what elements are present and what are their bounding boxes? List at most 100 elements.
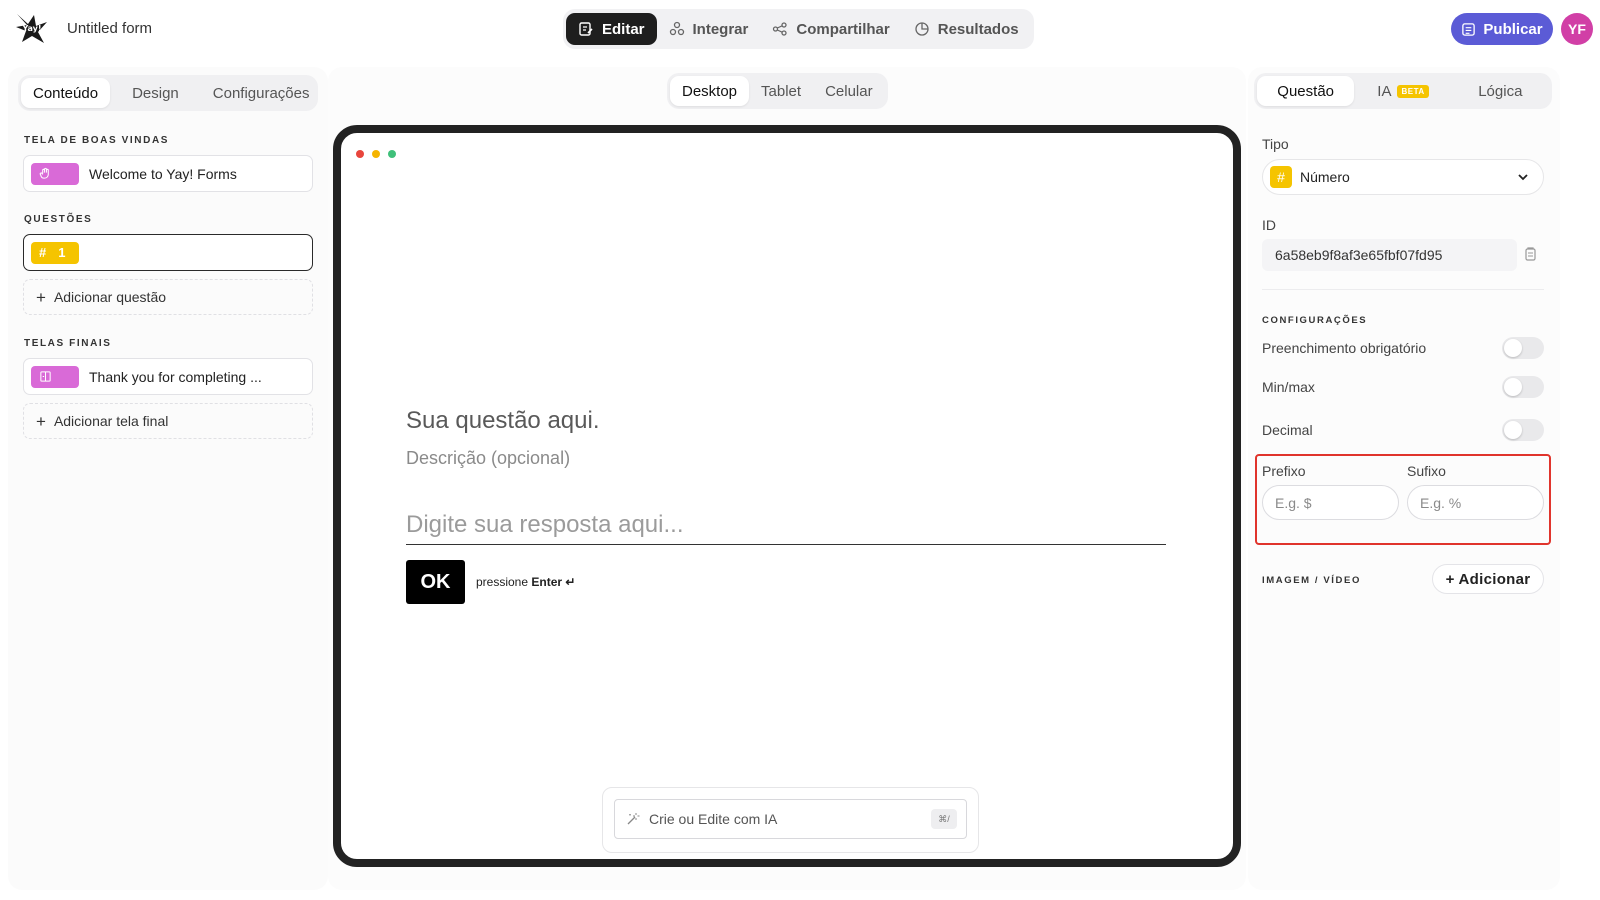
beta-badge: BETA [1397, 84, 1429, 98]
nav-editar[interactable]: Editar [566, 13, 657, 45]
question-description[interactable]: Descrição (opcional) [406, 448, 570, 469]
tab-design[interactable]: Design [120, 78, 191, 108]
desktop-preview-frame: Sua questão aqui. Descrição (opcional) O… [333, 125, 1241, 867]
ending-badge [31, 365, 79, 388]
tab-ia-label: IA [1377, 82, 1392, 100]
id-label: ID [1262, 217, 1276, 233]
question-number: 1 [58, 245, 66, 260]
publish-icon [1462, 22, 1476, 36]
add-media-button[interactable]: + Adicionar [1432, 564, 1544, 594]
decimal-setting: Decimal [1262, 418, 1544, 442]
form-title[interactable]: Untitled form [67, 20, 152, 37]
exit-door-icon [40, 371, 51, 382]
device-tabs: Desktop Tablet Celular [667, 73, 888, 109]
add-ending-label: Adicionar tela final [53, 413, 169, 429]
enter-hint-key: Enter ↵ [531, 575, 576, 589]
ai-prompt-placeholder: Crie ou Edite com IA [649, 811, 778, 827]
welcome-section-label: TELA DE BOAS VINDAS [24, 135, 170, 146]
question-type-value: Número [1300, 169, 1350, 185]
ai-prompt-input[interactable]: Crie ou Edite com IA ⌘/ [614, 799, 967, 839]
divider [1262, 289, 1544, 290]
suffix-input[interactable] [1407, 485, 1544, 520]
tab-configuracoes[interactable]: Configurações [201, 78, 322, 108]
logo-text: Yay! [21, 24, 41, 33]
results-icon [915, 22, 929, 36]
plus-icon: + [36, 287, 46, 307]
magic-wand-icon [627, 813, 640, 825]
nav-resultados-label: Resultados [937, 20, 1019, 38]
yellow-dot-icon [372, 150, 380, 158]
publish-button[interactable]: Publicar [1451, 13, 1553, 45]
prefix-input[interactable] [1262, 485, 1399, 520]
publish-label: Publicar [1483, 20, 1543, 38]
welcome-item-label: Welcome to Yay! Forms [89, 165, 237, 182]
ai-prompt-container: Crie ou Edite com IA ⌘/ [602, 787, 979, 853]
endings-section-label: TELAS FINAIS [24, 338, 112, 349]
left-tabs: Conteúdo Design Configurações [18, 75, 318, 111]
question-item[interactable]: # 1 [23, 234, 313, 271]
nav-resultados[interactable]: Resultados [902, 13, 1031, 45]
nav-integrar[interactable]: Integrar [657, 13, 761, 45]
tab-logica[interactable]: Lógica [1452, 76, 1549, 106]
enter-hint: pressione Enter ↵ [476, 575, 575, 589]
tab-ia[interactable]: IA BETA [1354, 76, 1451, 106]
question-title[interactable]: Sua questão aqui. [406, 407, 600, 435]
decimal-toggle[interactable] [1502, 419, 1544, 441]
copy-icon[interactable] [1522, 246, 1538, 262]
main-nav: Editar Integrar Compartilhar Resultados [563, 9, 1034, 49]
content-sidebar: Conteúdo Design Configurações TELA DE BO… [8, 67, 328, 890]
nav-compartilhar[interactable]: Compartilhar [760, 13, 901, 45]
share-icon [773, 22, 788, 36]
user-avatar[interactable]: YF [1561, 13, 1593, 45]
required-label: Preenchimento obrigatório [1262, 340, 1427, 356]
integrate-icon [669, 21, 684, 36]
tab-questao[interactable]: Questão [1257, 76, 1355, 106]
minmax-toggle[interactable] [1502, 376, 1544, 398]
top-bar: Yay! Untitled form Editar Integrar Compa… [0, 0, 1600, 60]
welcome-screen-item[interactable]: Welcome to Yay! Forms [23, 155, 313, 192]
decimal-label: Decimal [1262, 422, 1313, 438]
minmax-label: Min/max [1262, 379, 1315, 395]
hand-icon [39, 167, 49, 179]
prefix-label: Prefixo [1262, 463, 1306, 479]
ending-screen-item[interactable]: Thank you for completing ... [23, 358, 313, 395]
tab-celular[interactable]: Celular [813, 76, 885, 106]
yay-forms-logo[interactable]: Yay! [14, 10, 50, 46]
ending-item-label: Thank you for completing ... [89, 368, 262, 385]
hash-icon: # [1270, 166, 1292, 188]
tab-tablet[interactable]: Tablet [749, 76, 813, 106]
green-dot-icon [388, 150, 396, 158]
question-type-select[interactable]: # Número [1262, 159, 1544, 195]
add-ending-button[interactable]: + Adicionar tela final [23, 403, 313, 439]
plus-icon: + [36, 411, 46, 431]
nav-editar-label: Editar [602, 20, 645, 38]
tab-conteudo[interactable]: Conteúdo [21, 78, 111, 108]
questions-section-label: QUESTÕES [24, 214, 93, 225]
ok-button[interactable]: OK [406, 560, 465, 604]
answer-input[interactable] [406, 505, 1166, 545]
required-toggle[interactable] [1502, 337, 1544, 359]
ai-shortcut-badge: ⌘/ [931, 809, 957, 829]
question-id-field[interactable]: 6a58eb9f8af3e65fbf07fd95 [1262, 239, 1517, 271]
nav-integrar-label: Integrar [692, 20, 749, 38]
tab-desktop[interactable]: Desktop [670, 76, 750, 106]
question-settings-panel: Questão IA BETA Lógica Tipo # Número ID … [1248, 67, 1560, 890]
window-dots [356, 150, 396, 158]
add-question-button[interactable]: + Adicionar questão [23, 279, 313, 315]
chevron-down-icon [1518, 174, 1528, 181]
media-section-label: IMAGEM / VÍDEO [1262, 575, 1361, 586]
red-dot-icon [356, 150, 364, 158]
number-question-badge: # 1 [31, 241, 79, 264]
edit-icon [579, 22, 593, 36]
nav-compartilhar-label: Compartilhar [796, 20, 890, 38]
preview-area: Desktop Tablet Celular Sua questão aqui.… [328, 67, 1246, 890]
settings-section-label: CONFIGURAÇÕES [1262, 315, 1368, 326]
hash-icon: # [39, 245, 47, 260]
required-setting: Preenchimento obrigatório [1262, 336, 1544, 360]
right-tabs: Questão IA BETA Lógica [1254, 73, 1552, 109]
minmax-setting: Min/max [1262, 375, 1544, 399]
add-question-label: Adicionar questão [53, 289, 167, 305]
type-label: Tipo [1262, 136, 1289, 152]
suffix-label: Sufixo [1407, 463, 1446, 479]
enter-hint-prefix: pressione [476, 575, 529, 589]
